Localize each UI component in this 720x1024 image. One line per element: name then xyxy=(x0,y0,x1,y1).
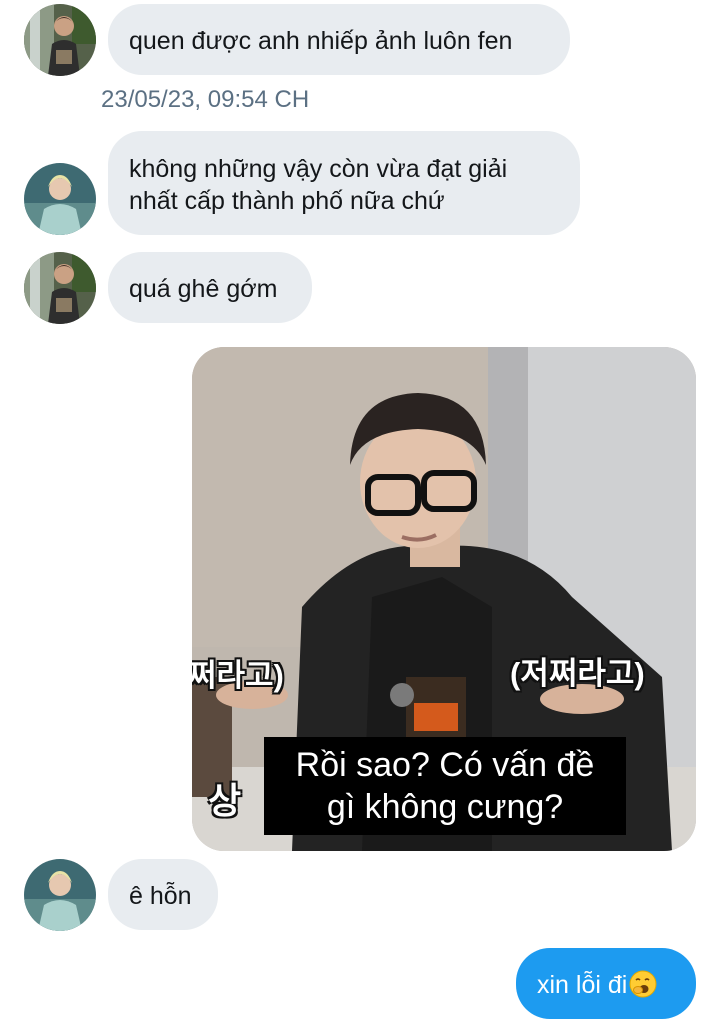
dm-conversation: quen được anh nhiếp ảnh luôn fen 23/05/2… xyxy=(0,0,720,1024)
avatar[interactable] xyxy=(24,252,96,324)
image-caption-left: 쩌라고) xyxy=(192,658,284,693)
message-bubble-incoming[interactable]: ê hỗn xyxy=(108,859,218,930)
image-subtitle-line: Rồi sao? Có vấn đề xyxy=(295,746,595,784)
avatar[interactable] xyxy=(24,4,96,76)
message-text: quá ghê gớm xyxy=(129,275,278,303)
message-text: ê hỗn xyxy=(129,882,192,910)
yawning-face-icon xyxy=(629,970,657,1006)
avatar[interactable] xyxy=(24,163,96,235)
message-text: xin lỗi đi xyxy=(537,971,628,999)
message-text: quen được anh nhiếp ảnh luôn fen xyxy=(129,27,513,55)
message-bubble-incoming[interactable]: không những vậy còn vừa đạt giải nhất cấ… xyxy=(108,131,580,235)
avatar[interactable] xyxy=(24,859,96,931)
message-text-line: không những vậy còn vừa đạt giải xyxy=(129,155,508,183)
image-subtitle: Rồi sao? Có vấn đề gì không cưng? xyxy=(264,737,626,835)
message-timestamp: 23/05/23, 09:54 CH xyxy=(101,86,310,113)
message-text-line: nhất cấp thành phố nữa chứ xyxy=(129,187,445,215)
image-caption-right: (저쩌라고) xyxy=(510,656,645,691)
message-bubble-outgoing[interactable]: xin lỗi đi xyxy=(516,948,696,1019)
image-subtitle-line: gì không cưng? xyxy=(326,788,564,826)
image-caption-bottom-left: 상 xyxy=(208,780,242,821)
message-bubble-incoming[interactable]: quen được anh nhiếp ảnh luôn fen xyxy=(108,4,570,75)
message-bubble-incoming[interactable]: quá ghê gớm xyxy=(108,252,312,323)
